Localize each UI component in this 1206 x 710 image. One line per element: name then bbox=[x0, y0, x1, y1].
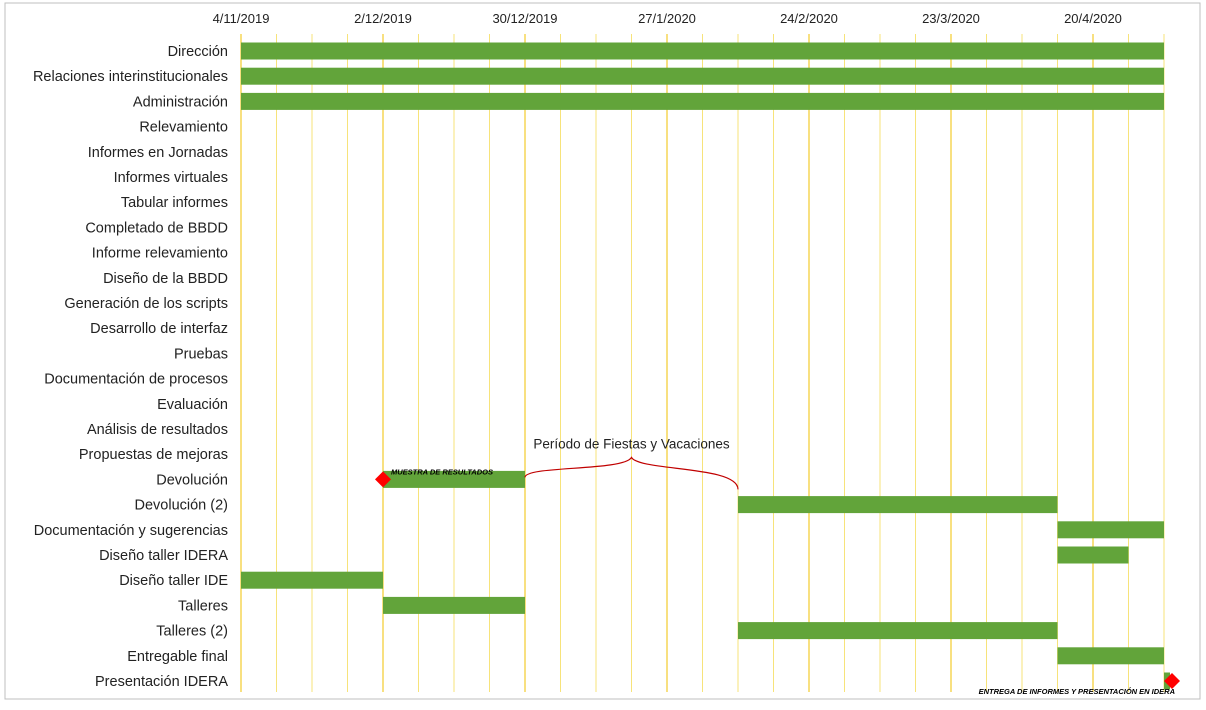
task-bar bbox=[241, 92, 1164, 110]
gantt-chart-frame: 4/11/2019 2/12/2019 30/12/2019 27/1/2020 24/… bbox=[0, 0, 1206, 705]
task-label: Entregable final bbox=[127, 649, 228, 665]
task-label: Generación de los scripts bbox=[64, 296, 228, 312]
task-bar bbox=[383, 596, 525, 614]
task-label: Informes en Jornadas bbox=[88, 145, 228, 161]
task-label: Talleres bbox=[178, 598, 228, 614]
task-label: Propuestas de mejoras bbox=[79, 447, 228, 463]
task-label: Dirección bbox=[168, 44, 228, 60]
task-label: Devolución bbox=[156, 472, 228, 488]
task-label: Informes virtuales bbox=[114, 170, 228, 186]
x-tick-label: 27/1/2020 bbox=[638, 11, 696, 26]
task-label: Diseño taller IDERA bbox=[99, 548, 228, 564]
gantt-chart: 4/11/2019 2/12/2019 30/12/2019 27/1/2020 24/… bbox=[4, 2, 1201, 700]
task-label: Relaciones interinstitucionales bbox=[33, 69, 228, 85]
x-tick-label: 20/4/2020 bbox=[1064, 11, 1122, 26]
task-bar bbox=[738, 496, 1058, 514]
task-label: Análisis de resultados bbox=[87, 422, 228, 438]
task-bar bbox=[1057, 521, 1164, 539]
x-tick-label: 30/12/2019 bbox=[492, 11, 557, 26]
task-label: Diseño de la BBDD bbox=[103, 271, 228, 287]
task-label: Talleres (2) bbox=[156, 624, 228, 640]
annotation-label: Período de Fiestas y Vacaciones bbox=[533, 436, 730, 451]
task-label: Relevamiento bbox=[139, 120, 228, 136]
x-tick-label: 4/11/2019 bbox=[213, 11, 270, 26]
task-bar bbox=[738, 622, 1058, 640]
x-tick-label: 23/3/2020 bbox=[922, 11, 980, 26]
task-bar bbox=[241, 571, 383, 589]
task-bar bbox=[241, 67, 1164, 85]
task-label: Tabular informes bbox=[121, 195, 228, 211]
x-tick-label: 24/2/2020 bbox=[780, 11, 838, 26]
task-label: Presentación IDERA bbox=[95, 674, 228, 690]
milestone-label: MUESTRA DE RESULTADOS bbox=[391, 467, 493, 476]
task-label: Desarrollo de interfaz bbox=[90, 321, 228, 337]
task-label: Documentación de procesos bbox=[44, 372, 228, 388]
x-tick-label: 2/12/2019 bbox=[354, 11, 412, 26]
task-label: Diseño taller IDE bbox=[119, 573, 228, 589]
task-label: Devolución (2) bbox=[135, 498, 229, 514]
task-label: Documentación y sugerencias bbox=[34, 523, 228, 539]
task-label: Pruebas bbox=[174, 346, 228, 362]
task-bar bbox=[1057, 546, 1129, 564]
task-label: Completado de BBDD bbox=[85, 220, 228, 236]
milestone-label: ENTREGA DE INFORMES Y PRESENTACIÓN EN ID… bbox=[979, 687, 1175, 696]
task-bar bbox=[241, 42, 1164, 60]
task-bar bbox=[1057, 647, 1164, 665]
task-label: Informe relevamiento bbox=[92, 246, 228, 262]
task-label: Evaluación bbox=[157, 397, 228, 413]
task-label: Administración bbox=[133, 94, 228, 110]
